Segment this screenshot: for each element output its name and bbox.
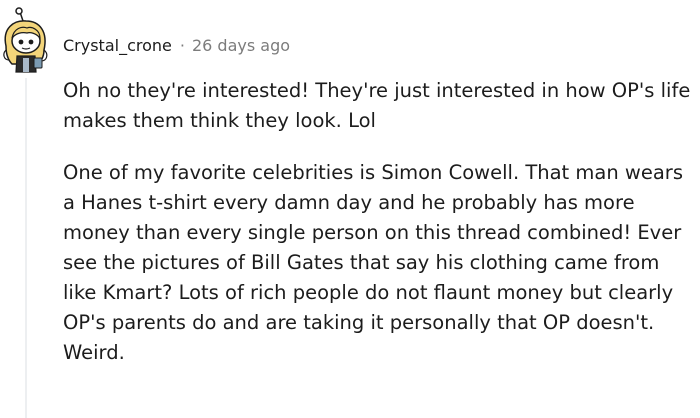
comment-header: Crystal_crone · 26 days ago <box>63 36 290 55</box>
avatar[interactable] <box>0 6 52 76</box>
comment-body: Oh no they're interested! They're just i… <box>63 76 693 368</box>
meta-separator: · <box>179 36 185 55</box>
comment-paragraph: Oh no they're interested! They're just i… <box>63 79 691 132</box>
snoo-avatar-icon <box>3 7 48 73</box>
comment-paragraph: One of my favorite celebrities is Simon … <box>63 161 683 364</box>
timestamp-link[interactable]: 26 days ago <box>192 36 290 55</box>
thread-line[interactable] <box>25 78 27 418</box>
author-link[interactable]: Crystal_crone <box>63 36 172 55</box>
